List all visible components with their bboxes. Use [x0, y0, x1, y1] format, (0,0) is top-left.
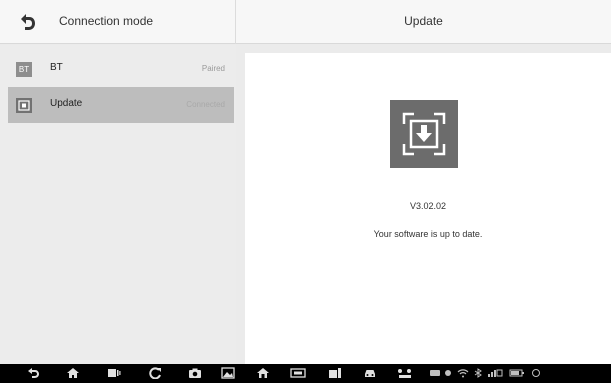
signal-icon — [487, 366, 503, 380]
page-title: Update — [404, 14, 443, 28]
home-icon[interactable] — [65, 366, 81, 380]
battery-icon — [509, 366, 525, 380]
back-arrow-icon — [21, 14, 35, 30]
camera-icon[interactable] — [187, 366, 203, 380]
bt-icon: BT — [16, 62, 32, 77]
update-panel: V3.02.02 Your software is up to date. — [245, 53, 611, 364]
vci-icon[interactable] — [290, 366, 306, 380]
back-button[interactable] — [14, 10, 40, 34]
software-version: V3.02.02 — [409, 201, 447, 211]
image-icon[interactable] — [220, 366, 236, 380]
system-navigation-bar — [0, 364, 611, 383]
service-icon[interactable] — [327, 366, 343, 380]
home-diagnostics-icon[interactable] — [255, 366, 271, 380]
sidebar-item-label: Update — [50, 98, 83, 109]
network-icon[interactable] — [397, 366, 413, 380]
sidebar-item-bt[interactable]: BT BT Paired — [8, 51, 234, 87]
app-window: Connection mode Update BT BT Paired Upda… — [0, 0, 611, 383]
connection-mode-title: Connection mode — [59, 14, 154, 28]
alarm-icon — [528, 366, 544, 380]
sidebar-item-label: BT — [50, 62, 63, 73]
sidebar-item-update[interactable]: Update Connected — [8, 87, 234, 123]
back-icon[interactable] — [25, 366, 41, 380]
connection-status: Connected — [186, 100, 225, 109]
update-status-message: Your software is up to date. — [373, 229, 483, 239]
download-update-icon — [390, 100, 458, 168]
bluetooth-icon — [470, 366, 486, 380]
location-icon — [440, 366, 456, 380]
vci-box-icon — [16, 98, 32, 113]
connection-sidebar: BT BT Paired Update Connected — [0, 45, 236, 364]
wifi-icon — [455, 366, 471, 380]
recent-apps-icon[interactable] — [106, 366, 122, 380]
car-icon[interactable] — [362, 366, 378, 380]
top-bar: Connection mode Update — [0, 0, 611, 44]
refresh-icon[interactable] — [147, 366, 163, 380]
connection-status: Paired — [201, 64, 225, 73]
